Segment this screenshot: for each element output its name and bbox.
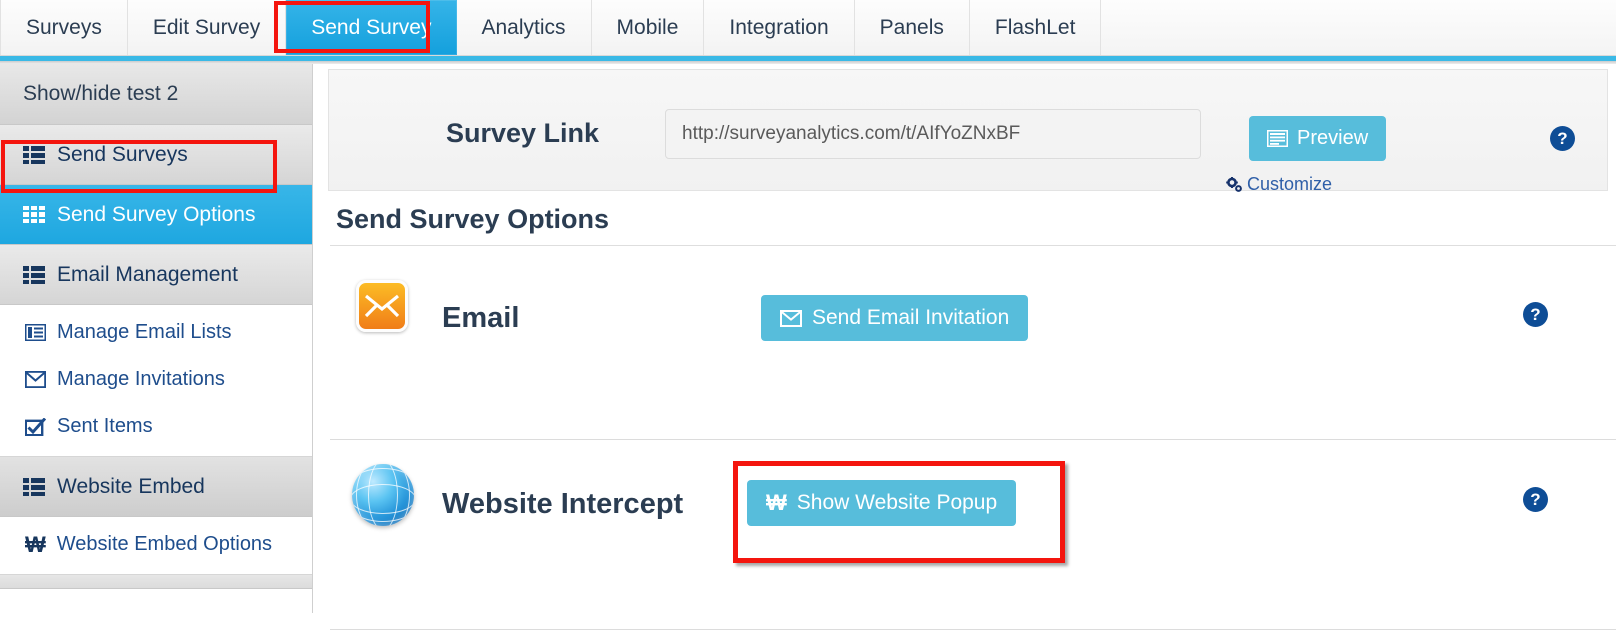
globe-arc bbox=[352, 484, 414, 514]
tab-label: FlashLet bbox=[994, 15, 1076, 39]
tab-label: Panels bbox=[879, 15, 944, 39]
option-row-website-intercept: Website Intercept ₩ Show Website Popup ? bbox=[320, 440, 1616, 565]
show-website-popup-label: Show Website Popup bbox=[796, 491, 998, 514]
help-icon-glyph: ? bbox=[1530, 489, 1541, 509]
rows-icon bbox=[23, 145, 45, 164]
option-row-email: Email Send Email Invitation ? bbox=[320, 254, 1616, 379]
tab-mobile[interactable]: Mobile bbox=[591, 0, 705, 55]
tab-label: Surveys bbox=[26, 15, 102, 39]
option-label-email: Email bbox=[442, 302, 520, 334]
tab-panels[interactable]: Panels bbox=[854, 0, 970, 55]
tab-surveys[interactable]: Surveys bbox=[0, 0, 128, 55]
sidebar-subitem-group-embed: ₩ Website Embed Options bbox=[0, 517, 312, 575]
sidebar-item-email-management[interactable]: Email Management bbox=[0, 245, 312, 305]
show-website-popup-button[interactable]: ₩ Show Website Popup bbox=[747, 480, 1017, 526]
sidebar-subitem-label: Manage Email Lists bbox=[57, 321, 232, 343]
tab-edit-survey[interactable]: Edit Survey bbox=[127, 0, 287, 55]
help-icon-survey-link[interactable]: ? bbox=[1550, 126, 1575, 151]
sidebar-subitem-manage-email-lists[interactable]: Manage Email Lists bbox=[0, 309, 312, 356]
tab-integration[interactable]: Integration bbox=[704, 0, 855, 55]
sidebar-item-label: Send Surveys bbox=[57, 142, 188, 166]
tab-label: Edit Survey bbox=[152, 15, 261, 39]
customize-link-label: Customize bbox=[1247, 174, 1333, 194]
sidebar-item-website-embed[interactable]: Website Embed bbox=[0, 457, 312, 517]
email-envelope-icon bbox=[356, 280, 408, 332]
help-icon-email[interactable]: ? bbox=[1523, 302, 1548, 327]
tab-send-survey[interactable]: Send Survey bbox=[286, 0, 457, 55]
survey-link-panel: Survey Link Preview Customize bbox=[328, 69, 1608, 194]
survey-link-input[interactable] bbox=[665, 109, 1201, 159]
envelope-icon bbox=[780, 309, 802, 327]
top-tab-list: Surveys Edit Survey Send Survey Analytic… bbox=[0, 0, 1616, 55]
section-title: Send Survey Options bbox=[336, 204, 610, 234]
help-icon-glyph: ? bbox=[1530, 304, 1541, 324]
sidebar-subitem-manage-invitations[interactable]: Manage Invitations bbox=[0, 356, 312, 403]
sidebar-survey-title-block: Show/hide test 2 bbox=[0, 64, 312, 125]
sidebar-item-send-surveys[interactable]: Send Surveys bbox=[0, 125, 312, 185]
sidebar: Show/hide test 2 Send Surveys Send Surve… bbox=[0, 64, 313, 613]
won-icon: ₩ bbox=[766, 490, 787, 515]
survey-link-label: Survey Link bbox=[446, 118, 600, 148]
top-navigation-bar: Surveys Edit Survey Send Survey Analytic… bbox=[0, 0, 1616, 56]
sidebar-item-send-survey-options[interactable]: Send Survey Options bbox=[0, 185, 312, 245]
list-box-icon bbox=[25, 324, 46, 341]
window-list-icon bbox=[1267, 130, 1288, 147]
rows-icon bbox=[23, 265, 45, 284]
globe-icon-wrap bbox=[352, 464, 414, 526]
tab-label: Analytics bbox=[481, 15, 566, 39]
sidebar-subitem-sent-items[interactable]: Sent Items bbox=[0, 403, 312, 450]
section-divider bbox=[330, 245, 1616, 246]
sidebar-next-item-partial[interactable] bbox=[0, 575, 312, 589]
preview-button-label: Preview bbox=[1297, 127, 1369, 149]
sidebar-subitem-label: Manage Invitations bbox=[57, 368, 225, 390]
tab-analytics[interactable]: Analytics bbox=[456, 0, 592, 55]
won-icon: ₩ bbox=[25, 531, 46, 557]
globe-icon bbox=[352, 464, 414, 526]
sidebar-subitem-label: Website Embed Options bbox=[56, 533, 273, 555]
sidebar-survey-title: Show/hide test 2 bbox=[23, 82, 179, 105]
sidebar-item-label: Send Survey Options bbox=[57, 202, 256, 226]
tab-label: Integration bbox=[729, 15, 829, 39]
tab-label: Send Survey bbox=[311, 15, 432, 39]
email-icon-wrap bbox=[356, 280, 408, 332]
sidebar-item-label: Email Management bbox=[57, 262, 238, 286]
tab-label: Mobile bbox=[616, 15, 679, 39]
send-email-invitation-button[interactable]: Send Email Invitation bbox=[761, 295, 1029, 341]
option-label-website-intercept: Website Intercept bbox=[442, 488, 684, 520]
customize-link[interactable]: Customize bbox=[1226, 174, 1332, 195]
tab-flashlet[interactable]: FlashLet bbox=[969, 0, 1102, 55]
help-icon-website-intercept[interactable]: ? bbox=[1523, 487, 1548, 512]
rows-icon bbox=[23, 477, 45, 496]
preview-button[interactable]: Preview bbox=[1249, 116, 1387, 161]
gears-icon bbox=[1226, 176, 1242, 192]
sidebar-subitem-group-email: Manage Email Lists Manage Invitations Se… bbox=[0, 305, 312, 457]
envelope-icon bbox=[25, 371, 46, 388]
grid-icon bbox=[23, 205, 45, 224]
envelope-glyph bbox=[365, 294, 399, 318]
check-box-icon bbox=[25, 417, 46, 436]
sidebar-item-label: Website Embed bbox=[57, 474, 205, 498]
send-email-invitation-label: Send Email Invitation bbox=[812, 306, 1010, 329]
sidebar-subitem-label: Sent Items bbox=[57, 415, 153, 437]
main-content: Survey Link Preview Customize bbox=[320, 64, 1616, 630]
sidebar-subitem-website-embed-options[interactable]: ₩ Website Embed Options bbox=[0, 521, 312, 568]
help-icon-glyph: ? bbox=[1557, 128, 1568, 148]
